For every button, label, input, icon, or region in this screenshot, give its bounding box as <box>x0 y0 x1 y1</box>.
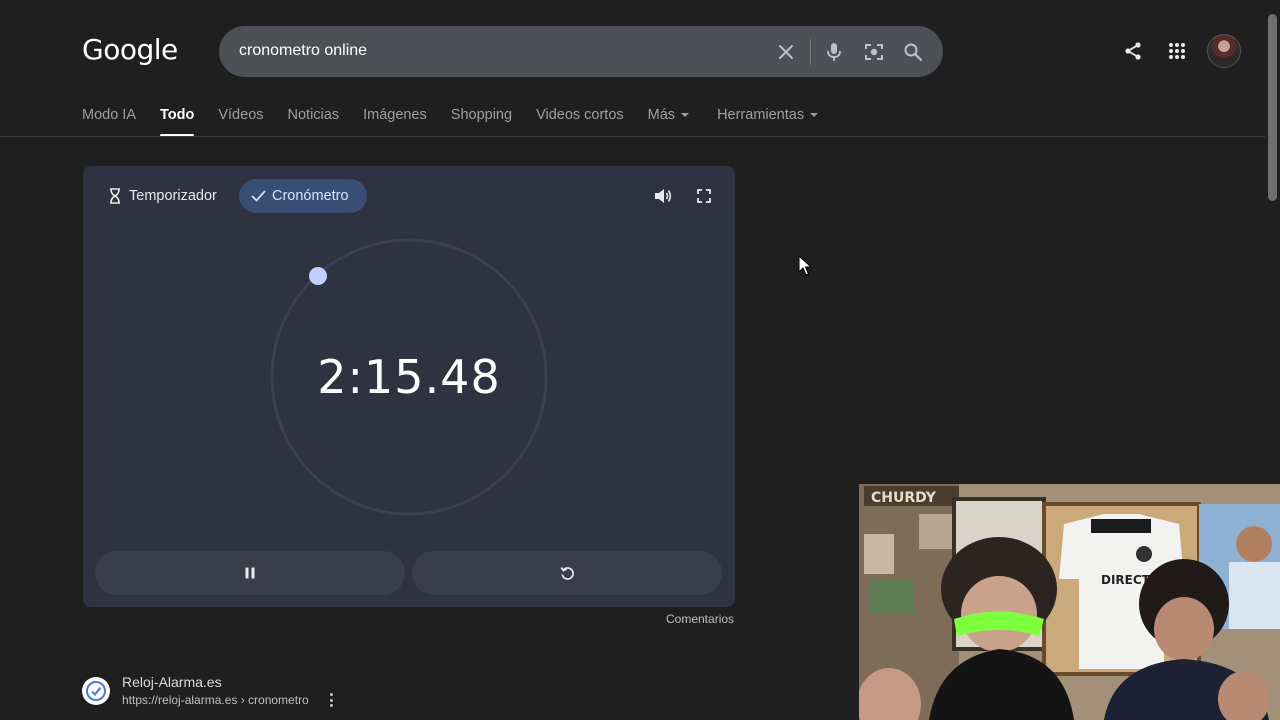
lens-icon[interactable] <box>861 39 887 65</box>
reset-icon <box>560 566 574 580</box>
check-icon <box>251 190 266 202</box>
stopwatch-mode-label: Cronómetro <box>272 188 349 204</box>
volume-icon[interactable] <box>653 186 673 206</box>
timer-mode-label: Temporizador <box>129 188 217 204</box>
more-options-icon[interactable] <box>328 693 334 707</box>
webcam-image: CHURDY DIRECTV <box>859 484 1280 720</box>
tab-videos-cortos[interactable]: Videos cortos <box>536 107 624 123</box>
tab-modo-ia[interactable]: Modo IA <box>82 107 136 123</box>
search-tabs: Modo IA Todo Vídeos Noticias Imágenes Sh… <box>82 107 819 137</box>
pause-icon <box>245 567 255 579</box>
search-divider <box>810 39 811 65</box>
stopwatch-time: 2:15.48 <box>317 350 501 404</box>
mouse-cursor-icon <box>798 255 812 276</box>
tab-noticias[interactable]: Noticias <box>288 107 340 123</box>
tab-imagenes[interactable]: Imágenes <box>363 107 427 123</box>
share-icon[interactable] <box>1120 38 1146 64</box>
account-avatar[interactable] <box>1207 34 1241 68</box>
svg-text:CHURDY: CHURDY <box>871 490 937 506</box>
tabs-divider <box>0 136 1265 137</box>
result-site-name[interactable]: Reloj-Alarma.es <box>122 674 222 690</box>
feedback-link[interactable]: Comentarios <box>666 612 734 626</box>
pause-button[interactable] <box>95 551 405 595</box>
tab-videos[interactable]: Vídeos <box>218 107 263 123</box>
search-input[interactable]: cronometro online <box>239 42 367 60</box>
result-url[interactable]: https://reloj-alarma.es › cronometro <box>122 693 309 707</box>
seconds-indicator <box>309 267 327 285</box>
tab-mas[interactable]: Más <box>648 107 690 123</box>
stopwatch-mode-button[interactable]: Cronómetro <box>239 179 367 213</box>
apps-icon[interactable] <box>1164 38 1190 64</box>
google-logo[interactable]: Google <box>82 33 178 66</box>
reset-button[interactable] <box>412 551 722 595</box>
tab-shopping[interactable]: Shopping <box>451 107 512 123</box>
hourglass-icon <box>110 188 120 204</box>
fullscreen-icon[interactable] <box>694 186 714 206</box>
search-bar[interactable]: cronometro online <box>219 26 943 77</box>
tab-herramientas[interactable]: Herramientas <box>717 107 819 123</box>
chevron-down-icon <box>681 113 690 117</box>
search-icon[interactable] <box>900 39 926 65</box>
chevron-down-icon <box>810 113 819 117</box>
tab-todo[interactable]: Todo <box>160 107 195 137</box>
scrollbar-thumb[interactable] <box>1268 14 1277 201</box>
close-icon[interactable] <box>773 39 799 65</box>
timer-mode-button[interactable]: Temporizador <box>107 179 217 213</box>
clock-icon <box>82 677 110 705</box>
mic-icon[interactable] <box>821 39 847 65</box>
webcam-overlay: CHURDY DIRECTV <box>859 484 1280 720</box>
stopwatch-card: Temporizador Cronómetro 2:15.48 <box>83 166 735 607</box>
